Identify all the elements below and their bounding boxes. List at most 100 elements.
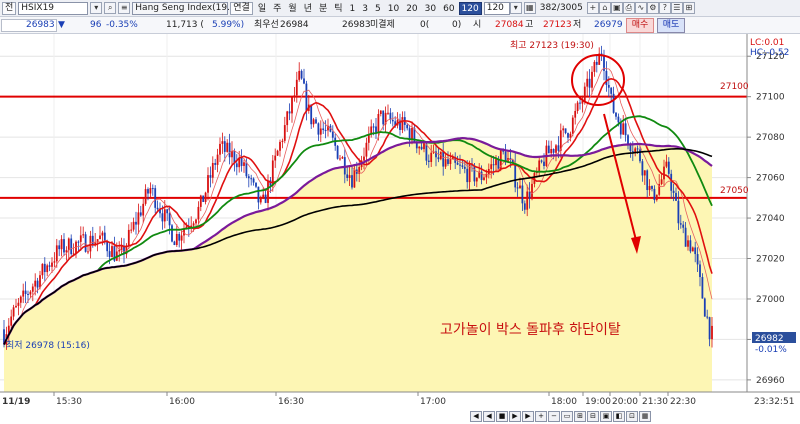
candle-body bbox=[636, 148, 639, 150]
chain-button[interactable]: 연결 bbox=[230, 1, 253, 15]
buy-button[interactable]: 매수 bbox=[626, 18, 654, 33]
candle-body bbox=[214, 163, 217, 165]
candle-body bbox=[526, 191, 529, 210]
period-5[interactable]: 5 bbox=[372, 2, 384, 15]
x-tick-label: 16:00 bbox=[169, 397, 195, 407]
candle-body bbox=[619, 122, 622, 135]
candle-body bbox=[483, 177, 485, 180]
period-120[interactable]: 120 bbox=[458, 1, 482, 15]
symbol-dropdown-icon[interactable]: ▾ bbox=[90, 2, 103, 14]
period-3[interactable]: 3 bbox=[359, 2, 371, 15]
period-unit-0[interactable]: 일 bbox=[255, 2, 269, 15]
candle-body bbox=[331, 131, 334, 138]
candle-body bbox=[624, 123, 627, 136]
candle-body bbox=[682, 224, 685, 228]
period-20[interactable]: 20 bbox=[403, 2, 420, 15]
candle-body bbox=[382, 110, 385, 125]
price-chart[interactable]: 2712027100270802706027040270202700026980… bbox=[0, 34, 800, 411]
candle-body bbox=[711, 325, 713, 340]
period-unit-3[interactable]: 년 bbox=[301, 2, 315, 15]
open-price: 27084 bbox=[495, 20, 524, 30]
candle-body bbox=[259, 197, 262, 203]
symbol-input[interactable]: HSIX19 bbox=[18, 1, 89, 15]
candle-body bbox=[243, 162, 245, 166]
period-unit-4[interactable]: 분 bbox=[316, 2, 330, 15]
scroll-control-9[interactable]: ⊟ bbox=[587, 411, 599, 422]
list-icon[interactable]: ☰ bbox=[670, 2, 683, 14]
scroll-control-5[interactable]: + bbox=[535, 411, 547, 422]
candle-body bbox=[324, 130, 327, 132]
period-1[interactable]: 1 bbox=[347, 2, 359, 15]
period-unit-1[interactable]: 주 bbox=[270, 2, 284, 15]
candle-body bbox=[667, 161, 670, 174]
candle-body bbox=[192, 223, 195, 226]
candle-body bbox=[699, 264, 701, 278]
candle-body bbox=[36, 280, 39, 288]
search-icon[interactable]: ⌕ bbox=[104, 2, 117, 14]
save-icon[interactable]: ▣ bbox=[610, 2, 623, 14]
lower-line-label: 27050 bbox=[720, 186, 749, 196]
candle-body bbox=[245, 162, 248, 177]
period-unit-5[interactable]: 틱 bbox=[331, 2, 345, 15]
candle-body bbox=[55, 245, 58, 262]
candle-body bbox=[48, 265, 51, 267]
scroll-control-12[interactable]: ⊡ bbox=[626, 411, 638, 422]
scroll-control-1[interactable]: ◀ bbox=[483, 411, 495, 422]
settings-icon[interactable]: ⚙ bbox=[646, 2, 659, 14]
lock-icon[interactable]: ⌂ bbox=[598, 2, 611, 14]
candle-body bbox=[166, 209, 169, 214]
period-unit-2[interactable]: 월 bbox=[285, 2, 299, 15]
scroll-control-2[interactable]: ■ bbox=[496, 411, 508, 422]
scroll-control-10[interactable]: ▣ bbox=[600, 411, 612, 422]
candle-body bbox=[288, 111, 291, 114]
period-10[interactable]: 10 bbox=[385, 2, 402, 15]
quote-bar: 26983 ▼ 96 -0.35% 11,713 ( 5.99%) 최우선 26… bbox=[0, 17, 800, 34]
scroll-control-3[interactable]: ▶ bbox=[509, 411, 521, 422]
scroll-control-11[interactable]: ◧ bbox=[613, 411, 625, 422]
candle-body bbox=[99, 235, 101, 240]
candle-body bbox=[401, 117, 404, 130]
candle-body bbox=[161, 213, 164, 222]
candle-body bbox=[447, 159, 449, 164]
period-60[interactable]: 60 bbox=[440, 2, 457, 15]
candle-body bbox=[274, 155, 277, 161]
candle-body bbox=[154, 188, 157, 208]
help-icon[interactable]: ? bbox=[658, 2, 671, 14]
candle-body bbox=[27, 293, 29, 295]
candle-body bbox=[255, 182, 257, 187]
period-value-input[interactable]: 120 bbox=[483, 1, 510, 15]
unfilled: 0( bbox=[420, 20, 430, 30]
candle-body bbox=[612, 93, 615, 113]
grid-icon[interactable]: ▦ bbox=[523, 2, 536, 14]
candle-body bbox=[406, 124, 409, 129]
bar-counter: 382/3005 bbox=[539, 3, 583, 13]
candle-body bbox=[293, 95, 296, 98]
candle-body bbox=[703, 298, 706, 317]
print-icon[interactable]: ⎙ bbox=[622, 2, 635, 14]
candle-body bbox=[77, 241, 80, 243]
candle-body bbox=[540, 160, 543, 162]
candle-body bbox=[312, 119, 315, 125]
period-30[interactable]: 30 bbox=[422, 2, 439, 15]
candle-body bbox=[228, 142, 231, 158]
scroll-control-7[interactable]: ▭ bbox=[561, 411, 573, 422]
candle-body bbox=[595, 61, 598, 65]
candle-body bbox=[163, 209, 166, 222]
expand-icon[interactable]: ⊞ bbox=[682, 2, 695, 14]
scroll-control-0[interactable]: ◀ bbox=[470, 411, 482, 422]
sell-button[interactable]: 매도 bbox=[657, 18, 685, 33]
jeon-button[interactable]: 전 bbox=[2, 1, 17, 15]
low-label: 저 bbox=[573, 20, 582, 30]
zoom-in-icon[interactable]: + bbox=[586, 2, 599, 14]
candle-body bbox=[219, 143, 221, 155]
indicator-icon[interactable]: ∿ bbox=[634, 2, 647, 14]
symbol-list-icon[interactable]: ≡ bbox=[118, 2, 131, 14]
candle-body bbox=[211, 163, 214, 178]
volume: 11,713 ( bbox=[166, 20, 204, 30]
scroll-control-4[interactable]: ▶ bbox=[522, 411, 534, 422]
scroll-control-13[interactable]: ▦ bbox=[639, 411, 651, 422]
scroll-control-6[interactable]: − bbox=[548, 411, 560, 422]
scroll-control-8[interactable]: ⊞ bbox=[574, 411, 586, 422]
candle-body bbox=[651, 186, 653, 189]
period-dropdown-icon[interactable]: ▾ bbox=[509, 2, 522, 14]
